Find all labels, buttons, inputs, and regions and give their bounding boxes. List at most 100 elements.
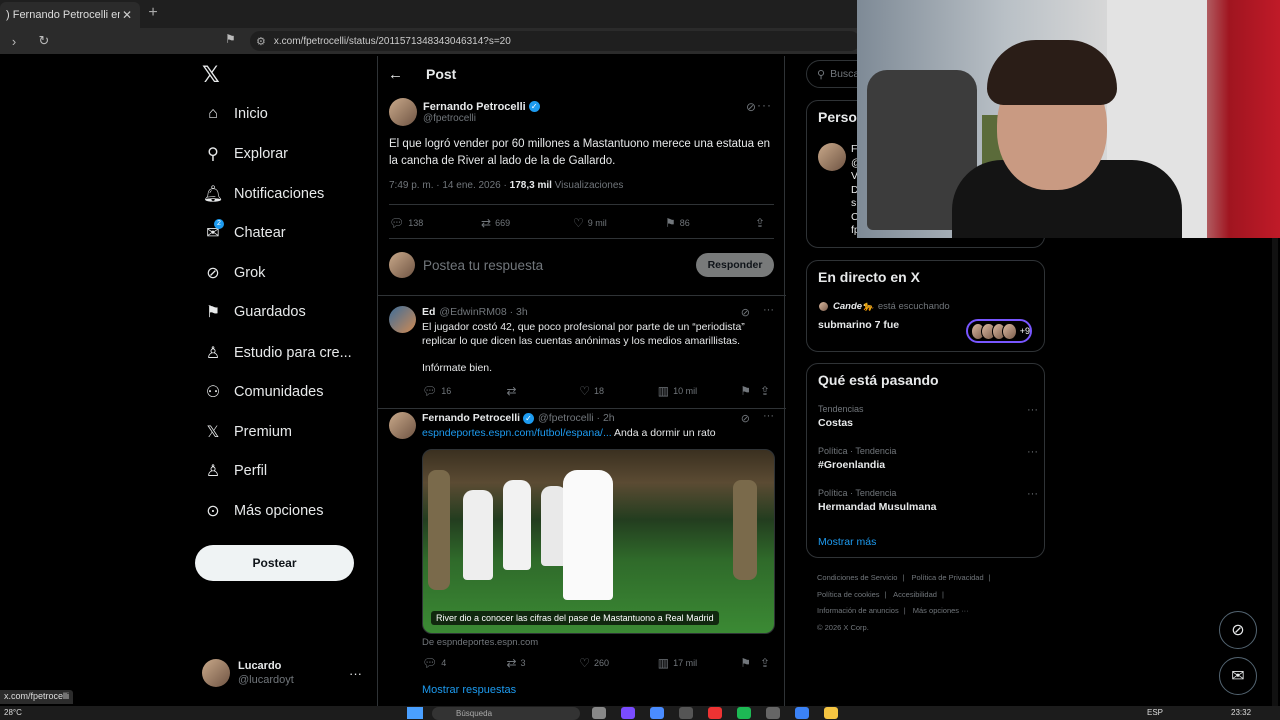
avatar[interactable] [389, 98, 417, 126]
app-icon[interactable] [679, 707, 693, 719]
repost-button[interactable]: ⇄ 669 [481, 216, 573, 230]
share-button[interactable]: ⇪ [755, 216, 769, 230]
sidebar-item-grok[interactable]: ⊘ Grok [202, 258, 265, 288]
trend-item[interactable]: Política · Tendencia Hermandad Musulmana… [818, 488, 1038, 513]
sidebar-item-notificaciones[interactable]: 🔔︎ Notificaciones [202, 179, 324, 209]
sidebar-item-explorar[interactable]: ⚲ Explorar [202, 139, 288, 169]
repost-button[interactable]: ⇄ [506, 384, 579, 398]
language-indicator[interactable]: ESP [1147, 708, 1163, 717]
space-listeners[interactable]: +9 [966, 319, 1032, 343]
repost-button[interactable]: ⇄ 3 [506, 656, 579, 670]
reply-author[interactable]: Fernando Petrocelli [422, 412, 520, 424]
more-icon[interactable]: ··· [763, 410, 774, 422]
author-handle[interactable]: @fpetrocelli [423, 113, 540, 124]
more-options-icon: ⊙ [206, 503, 220, 520]
grok-icon[interactable]: ⊘ [1219, 611, 1257, 649]
trend-item[interactable]: Política · Tendencia #Groenlandia ··· [818, 446, 1038, 471]
reply-button[interactable]: 💬︎ 138 [389, 216, 481, 230]
sidebar-item-guardados[interactable]: ⚑ Guardados [202, 297, 306, 327]
reply-submit-button[interactable]: Responder [696, 253, 774, 277]
app-icon[interactable] [621, 707, 635, 719]
footer-link[interactable]: Política de cookies [817, 590, 880, 599]
site-info-icon[interactable]: ⚙ [256, 35, 266, 48]
trend-item[interactable]: Tendencias Costas ··· [818, 404, 1038, 429]
folder-icon[interactable] [824, 707, 838, 719]
spotify-icon[interactable] [737, 707, 751, 719]
post-button[interactable]: Postear [195, 545, 354, 581]
like-button[interactable]: ♡ 18 [579, 384, 658, 398]
back-arrow-icon[interactable]: ← [388, 66, 406, 83]
reply-button[interactable]: 💬︎ 4 [422, 656, 506, 670]
footer-link[interactable]: Condiciones de Servicio [817, 573, 897, 582]
reply-handle[interactable]: @fpetrocelli · 2h [538, 412, 615, 424]
more-icon[interactable]: ··· [1027, 488, 1038, 500]
messages-icon[interactable]: ✉ [1219, 657, 1257, 695]
bookmark-button[interactable]: ⚑ [740, 384, 760, 398]
weather-widget[interactable]: 28°C [4, 708, 22, 717]
views-button[interactable]: ▥ 17 mil [658, 656, 741, 670]
article-link[interactable]: espndeportes.espn.com/futbol/espana/... [422, 427, 612, 439]
sidebar-item-premium[interactable]: 𝕏 Premium [202, 417, 292, 447]
link-source[interactable]: De espndeportes.espn.com [422, 637, 538, 648]
sidebar-item-comunidades[interactable]: ⚇ Comunidades [202, 377, 324, 407]
footer-link[interactable]: Información de anuncios [817, 606, 899, 615]
bookmark-icon[interactable]: ⚑ [225, 32, 236, 46]
reply-handle[interactable]: @EdwinRM08 · 3h [439, 306, 527, 318]
reply-input[interactable]: Postea tu respuesta [423, 258, 696, 273]
sidebar-item-inicio[interactable]: ⌂ Inicio [202, 99, 268, 129]
reply-author[interactable]: Ed [422, 306, 435, 318]
app-icon[interactable] [708, 707, 722, 719]
avatar[interactable] [818, 143, 846, 171]
windows-start-icon[interactable] [407, 707, 423, 719]
grok-icon[interactable]: ⊘ [746, 100, 756, 114]
show-more-link[interactable]: Mostrar más [818, 536, 876, 548]
reload-icon[interactable]: ↻ [34, 33, 54, 49]
views-button[interactable]: ▥ 10 mil [658, 384, 741, 398]
grok-icon[interactable]: ⊘ [741, 412, 750, 425]
app-icon[interactable] [592, 707, 606, 719]
new-tab-button[interactable]: + [146, 4, 160, 22]
like-button[interactable]: ♡ 9 mil [573, 216, 665, 230]
url-field[interactable]: ⚙ x.com/fpetrocelli/status/2011571348343… [250, 31, 860, 51]
author-name[interactable]: Fernando Petrocelli [423, 101, 526, 113]
more-icon[interactable]: ··· [349, 666, 362, 681]
more-icon[interactable]: ··· [1027, 404, 1038, 416]
avatar[interactable] [389, 306, 416, 333]
avatar[interactable] [389, 412, 416, 439]
like-button[interactable]: ♡ 260 [579, 656, 658, 670]
divider [378, 295, 786, 296]
app-icon[interactable] [766, 707, 780, 719]
sidebar-item-chatear[interactable]: ✉ 2 Chatear [202, 218, 286, 248]
tweet-time[interactable]: 7:49 p. m. · 14 ene. 2026 · [389, 180, 510, 191]
space-title[interactable]: submarino 7 fue [818, 319, 899, 331]
app-icon[interactable] [650, 707, 664, 719]
clock[interactable]: 23:32 [1231, 708, 1251, 717]
account-switcher[interactable]: Lucardo @lucardoyt ··· [202, 656, 362, 690]
footer-link[interactable]: Política de Privacidad [912, 573, 984, 582]
sidebar-item-perfil[interactable]: ♙ Perfil [202, 456, 267, 486]
sidebar-item-más-opciones[interactable]: ⊙ Más opciones [202, 496, 323, 526]
link-card-image[interactable]: River dio a conocer las cifras del pase … [422, 449, 775, 634]
tweet-author[interactable]: Fernando Petrocelli ✓ @fpetrocelli [389, 98, 540, 126]
close-icon[interactable]: ✕ [120, 8, 134, 22]
reply-tweet[interactable]: Ed @EdwinRM08 · 3h ⊘ ··· El jugador costó… [389, 304, 774, 406]
sidebar-item-estudio-para-cre[interactable]: ♙ Estudio para cre... [202, 338, 352, 368]
footer-link[interactable]: Más opciones ··· [913, 606, 969, 615]
more-icon[interactable]: ··· [757, 98, 772, 112]
share-button[interactable]: ⇪ [760, 384, 774, 398]
grok-icon[interactable]: ⊘ [741, 306, 750, 319]
footer-link[interactable]: Accesibilidad [893, 590, 937, 599]
more-icon[interactable]: ··· [763, 304, 774, 316]
x-logo-icon[interactable]: 𝕏 [202, 62, 220, 88]
taskbar-search[interactable]: Búsqueda [432, 707, 580, 720]
show-replies-link[interactable]: Mostrar respuestas [422, 684, 516, 696]
browser-tab[interactable]: ) Fernando Petrocelli en X: "El q ✕ [0, 2, 140, 28]
share-button[interactable]: ⇪ [760, 656, 774, 670]
app-icon[interactable] [795, 707, 809, 719]
heart-icon: ♡ [579, 656, 590, 670]
forward-icon[interactable]: › [4, 34, 24, 49]
bookmark-button[interactable]: ⚑ 86 [665, 216, 755, 230]
bookmark-button[interactable]: ⚑ [740, 656, 760, 670]
reply-button[interactable]: 💬︎ 16 [422, 384, 506, 398]
more-icon[interactable]: ··· [1027, 446, 1038, 458]
